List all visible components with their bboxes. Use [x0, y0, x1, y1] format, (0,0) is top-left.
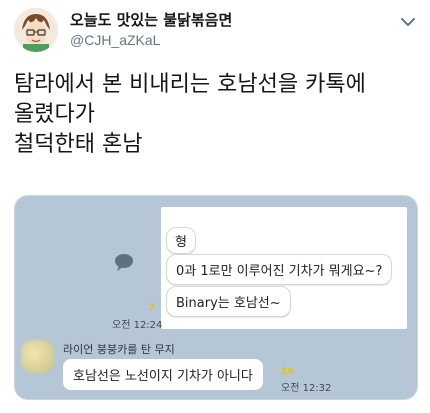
quote-question-bubble: 0과 1로만 이루어진 기차가 뭐게요~? [166, 254, 393, 285]
tweet-text-line: 탐라에서 본 비내리는 호남선을 카톡에 [14, 72, 366, 97]
quoted-message-panel: 형 0과 1로만 이루어진 기차가 뭐게요~? Binary는 호남선~ [161, 207, 407, 329]
tweet-text-line: 철덕한태 혼남 [14, 132, 143, 157]
reply-message-bubble: 호남선은 노선이지 기차가 아니다 [63, 359, 263, 390]
quote-sender-label: 형 [166, 227, 196, 254]
chevron-down-icon[interactable] [398, 12, 418, 32]
tweet-text: 탐라에서 본 비내리는 호남선을 카톡에 올렸다가 철덕한태 혼남 [14, 70, 418, 160]
message-time: 오전 12:24 [112, 320, 163, 331]
tweet-text-line: 올렸다가 [14, 102, 95, 127]
user-handle[interactable]: @CJH_aZKaL [70, 32, 160, 48]
reply-sender-name: 라이언 붕붕카를 탄 무지 [63, 343, 175, 356]
unread-count: 7 [149, 303, 156, 313]
speech-bubble-icon [115, 254, 133, 271]
attached-chat-screenshot[interactable]: 형 0과 1로만 이루어진 기차가 뭐게요~? Binary는 호남선~ 7 오… [14, 195, 418, 400]
display-name[interactable]: 오늘도 맛있는 불닭볶음면 [70, 9, 232, 30]
quote-answer-bubble: Binary는 호남선~ [166, 286, 291, 317]
tweet-header: 오늘도 맛있는 불닭볶음면 @CJH_aZKaL [0, 0, 430, 60]
profile-avatar[interactable] [14, 8, 58, 52]
blurred-avatar [21, 340, 54, 373]
message-time: 오전 12:32 [281, 383, 332, 394]
unread-count: 10 [281, 367, 294, 377]
